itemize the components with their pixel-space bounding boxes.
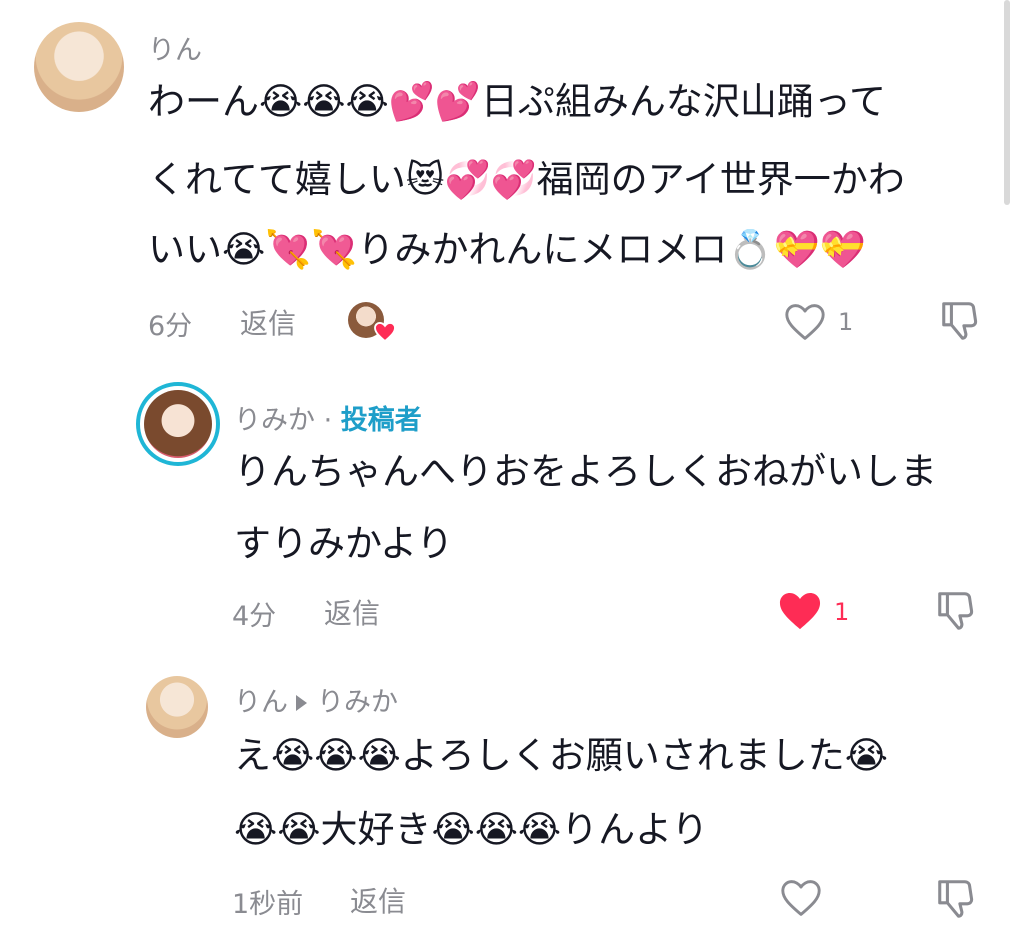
- comment-text-line: 😭😭大好き😭😭😭りんより: [234, 808, 709, 851]
- reply-arrow-icon: [296, 694, 307, 711]
- comment-time: 6分: [148, 311, 193, 342]
- username-text: りみか: [234, 405, 315, 436]
- comment-text-line: いい😭💘💘りみかれんにメロメロ💍💝💝: [148, 228, 866, 271]
- comment-text-line: くれてて嬉しい😻💞💞福岡のアイ世界一かわ: [148, 158, 905, 201]
- comment-username[interactable]: りみか · 投稿者: [234, 398, 422, 437]
- author-badge: 投稿者: [340, 405, 422, 436]
- comment-username[interactable]: りん りみか: [234, 680, 398, 719]
- comment-text-line: すりみかより: [234, 522, 454, 565]
- avatar[interactable]: [34, 22, 124, 112]
- reply-button[interactable]: 返信: [350, 880, 406, 920]
- like-heart-icon[interactable]: [782, 302, 828, 342]
- avatar[interactable]: [146, 676, 208, 738]
- comment-text-line: わーん😭😭😭💕💕日ぷ組みんな沢山踊って: [148, 80, 886, 123]
- scrollbar[interactable]: [1004, 0, 1010, 205]
- dislike-icon[interactable]: [934, 876, 980, 922]
- username-text: りん: [234, 687, 288, 718]
- like-count: 1: [834, 598, 850, 626]
- comment-time: 4分: [232, 601, 277, 632]
- dislike-icon[interactable]: [938, 298, 984, 344]
- comment-username[interactable]: りん: [148, 28, 202, 67]
- author-avatar-ring[interactable]: [136, 382, 220, 466]
- like-heart-icon[interactable]: [778, 878, 824, 918]
- heart-icon: [374, 322, 396, 342]
- comment-text-line: りんちゃんへりおをよろしくおねがいしま: [234, 450, 937, 493]
- dislike-icon[interactable]: [934, 588, 980, 634]
- reply-button[interactable]: 返信: [324, 592, 380, 632]
- reply-to-username: りみか: [317, 687, 398, 718]
- like-count: 1: [838, 308, 854, 336]
- avatar: [144, 390, 212, 458]
- comment-time: 1秒前: [232, 889, 304, 920]
- comment-text-line: え😭😭😭よろしくお願いされました😭: [234, 734, 888, 777]
- username-separator: ·: [323, 405, 333, 436]
- liked-heart-icon[interactable]: [776, 590, 824, 632]
- reply-button[interactable]: 返信: [240, 302, 296, 342]
